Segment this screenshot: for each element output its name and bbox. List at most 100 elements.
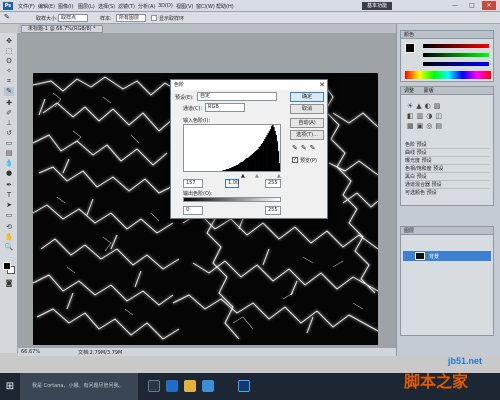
dialog-close-icon[interactable]: ✕ <box>319 81 325 89</box>
input-shadow-field[interactable]: 157 <box>183 179 203 188</box>
preset-item-exposure[interactable]: 曝光度 预设 <box>405 157 489 165</box>
hand-tool-icon[interactable]: ✋ <box>4 233 14 242</box>
close-button[interactable]: ✕ <box>482 1 496 10</box>
sample-size-label: 取样大小: <box>36 16 58 22</box>
output-high-field[interactable]: 255 <box>265 206 281 215</box>
show-ring-checkbox[interactable] <box>151 15 157 21</box>
menu-image[interactable]: 图像(I) <box>58 3 73 10</box>
eyedropper-tool-icon[interactable]: ✎ <box>4 87 14 96</box>
levels-dialog: 色阶 ✕ 预设(E): 自定 通道(C): RGB 输入色阶(I): ▲ ▲ ▲… <box>170 79 328 219</box>
midtone-slider-handle-icon[interactable]: ▲ <box>255 173 259 179</box>
quick-mask-icon[interactable]: ◙ <box>4 279 14 288</box>
photoshop-taskbar-icon[interactable] <box>238 380 250 392</box>
document-tab[interactable]: 未标题-1 @ 66.7%(RGB/8) * <box>21 25 103 33</box>
edge-browser-icon[interactable] <box>166 380 178 392</box>
ok-button[interactable]: 确定 <box>290 92 324 102</box>
marquee-tool-icon[interactable]: ⬚ <box>4 47 14 56</box>
preview-checkbox[interactable]: ✓ <box>292 157 298 163</box>
menu-edit[interactable]: 编辑(E) <box>38 3 55 10</box>
preset-item-selective-color[interactable]: 可选颜色 预设 <box>405 189 489 197</box>
input-highlight-field[interactable]: 255 <box>265 179 281 188</box>
preset-item-levels[interactable]: 色阶 预设 <box>405 141 489 149</box>
tab-layers[interactable]: 图层 <box>404 228 414 234</box>
path-selection-tool-icon[interactable]: ➤ <box>4 201 14 210</box>
brush-tool-icon[interactable]: ✐ <box>4 109 14 118</box>
adjustments-panel-tabs: 调整 蒙版 <box>401 87 493 95</box>
histogram-graph <box>222 124 281 171</box>
menu-view[interactable]: 视图(V) <box>176 3 193 10</box>
store-icon[interactable] <box>202 380 214 392</box>
preset-item-black-white[interactable]: 黑白 预设 <box>405 173 489 181</box>
gradient-tool-icon[interactable]: ▤ <box>4 149 14 158</box>
eraser-tool-icon[interactable]: ▭ <box>4 139 14 148</box>
input-levels-label: 输入色阶(I): <box>183 118 211 124</box>
red-slider[interactable] <box>423 44 489 48</box>
adjustment-icons-grid[interactable]: ☀▲◐▨ ◧▥◑◫ ▦▣◎▤ <box>407 101 489 131</box>
blur-tool-icon[interactable]: 💧 <box>4 159 14 168</box>
menu-select[interactable]: 选择(S) <box>98 3 115 10</box>
magic-wand-tool-icon[interactable]: ✧ <box>4 67 14 76</box>
sample-size-select[interactable]: 取样点 <box>58 14 88 22</box>
dodge-tool-icon[interactable]: ● <box>4 169 14 178</box>
healing-brush-tool-icon[interactable]: ✚ <box>4 99 14 108</box>
channel-select[interactable]: RGB <box>205 103 245 112</box>
shape-tool-icon[interactable]: ▭ <box>4 211 14 220</box>
zoom-level[interactable]: 66.67% <box>21 349 40 355</box>
status-bar: 66.67% 文档:2.79M/3.79M <box>18 347 396 356</box>
lasso-tool-icon[interactable]: ʘ <box>4 57 14 66</box>
eyedropper-icon[interactable]: ✎ <box>4 13 10 21</box>
photoshop-logo: Ps <box>3 2 13 10</box>
foreground-color-swatch[interactable] <box>3 262 11 270</box>
histogram <box>183 124 281 172</box>
task-view-icon[interactable] <box>148 380 160 392</box>
zoom-tool-icon[interactable]: 🔍 <box>4 243 14 252</box>
output-gradient-bar[interactable] <box>183 197 281 202</box>
eyedropper-buttons[interactable]: ✎✎✎ <box>292 144 319 152</box>
input-midtone-field[interactable]: 1.00 <box>225 179 239 188</box>
cancel-button[interactable]: 取消 <box>290 104 324 114</box>
auto-button[interactable]: 自动(A) <box>290 118 324 128</box>
file-explorer-icon[interactable] <box>184 380 196 392</box>
sample-select[interactable]: 所有图层 <box>116 14 146 22</box>
preset-item-channel-mixer[interactable]: 通道混合器 预设 <box>405 181 489 189</box>
minimize-button[interactable]: — <box>448 1 462 10</box>
history-brush-tool-icon[interactable]: ↺ <box>4 129 14 138</box>
menu-file[interactable]: 文件(F) <box>18 3 35 10</box>
panel-foreground-swatch[interactable] <box>405 43 415 53</box>
adjustments-panel: 调整 蒙版 ☀▲◐▨ ◧▥◑◫ ▦▣◎▤ 色阶 预设 曲线 预设 曝光度 预设 色相… <box>400 86 494 206</box>
preset-item-curves[interactable]: 曲线 预设 <box>405 149 489 157</box>
watermark-brand: 脚本之家 <box>404 372 469 391</box>
cortana-search-box[interactable]: 我是 Cortana，小娜。有问题尽管问我。 <box>20 373 138 400</box>
preset-item-hue-saturation[interactable]: 色相/饱和度 预设 <box>405 165 489 173</box>
menu-layer[interactable]: 图层(L) <box>78 3 95 10</box>
output-low-field[interactable]: 0 <box>183 206 203 215</box>
menu-3d[interactable]: 3D(D) <box>158 3 173 9</box>
menu-help[interactable]: 帮助(H) <box>216 3 234 10</box>
color-spectrum-bar[interactable] <box>405 71 491 79</box>
menu-analysis[interactable]: 分析(A) <box>138 3 155 10</box>
tab-adjustments[interactable]: 调整 <box>404 88 414 94</box>
preset-select[interactable]: 自定 <box>197 92 277 101</box>
shadow-slider-handle-icon[interactable]: ▲ <box>241 173 245 179</box>
green-slider[interactable] <box>423 53 489 57</box>
windows-start-icon[interactable]: ⊞ <box>0 373 20 400</box>
adjustment-presets-list: 色阶 预设 曲线 预设 曝光度 预设 色相/饱和度 预设 黑白 预设 通道混合器… <box>405 141 489 197</box>
crop-tool-icon[interactable]: ⌗ <box>4 77 14 86</box>
blue-slider[interactable] <box>423 62 489 66</box>
clone-stamp-tool-icon[interactable]: ⊥ <box>4 119 14 128</box>
menu-filter[interactable]: 滤镜(T) <box>118 3 135 10</box>
maximize-button[interactable]: □ <box>465 1 479 10</box>
options-button[interactable]: 选项(T)... <box>290 130 324 140</box>
menu-window[interactable]: 窗口(W) <box>196 3 215 10</box>
layer-row[interactable]: 背景 <box>403 251 491 261</box>
options-bar: ✎ 取样大小: 取样点 样本: 所有图层 显示取样环 <box>0 12 500 24</box>
3d-rotate-tool-icon[interactable]: ⟲ <box>4 223 14 232</box>
pen-tool-icon[interactable]: ✒ <box>4 181 14 190</box>
move-tool-icon[interactable]: ✥ <box>4 37 14 46</box>
input-slider-track[interactable]: ▲ ▲ ▲ <box>183 173 281 179</box>
type-tool-icon[interactable]: T <box>4 191 14 200</box>
tab-color[interactable]: 颜色 <box>404 32 414 38</box>
workspace-switcher[interactable]: 基本功能 <box>362 2 392 10</box>
layer-name[interactable]: 背景 <box>429 253 439 260</box>
tab-masks[interactable]: 蒙版 <box>424 88 434 94</box>
